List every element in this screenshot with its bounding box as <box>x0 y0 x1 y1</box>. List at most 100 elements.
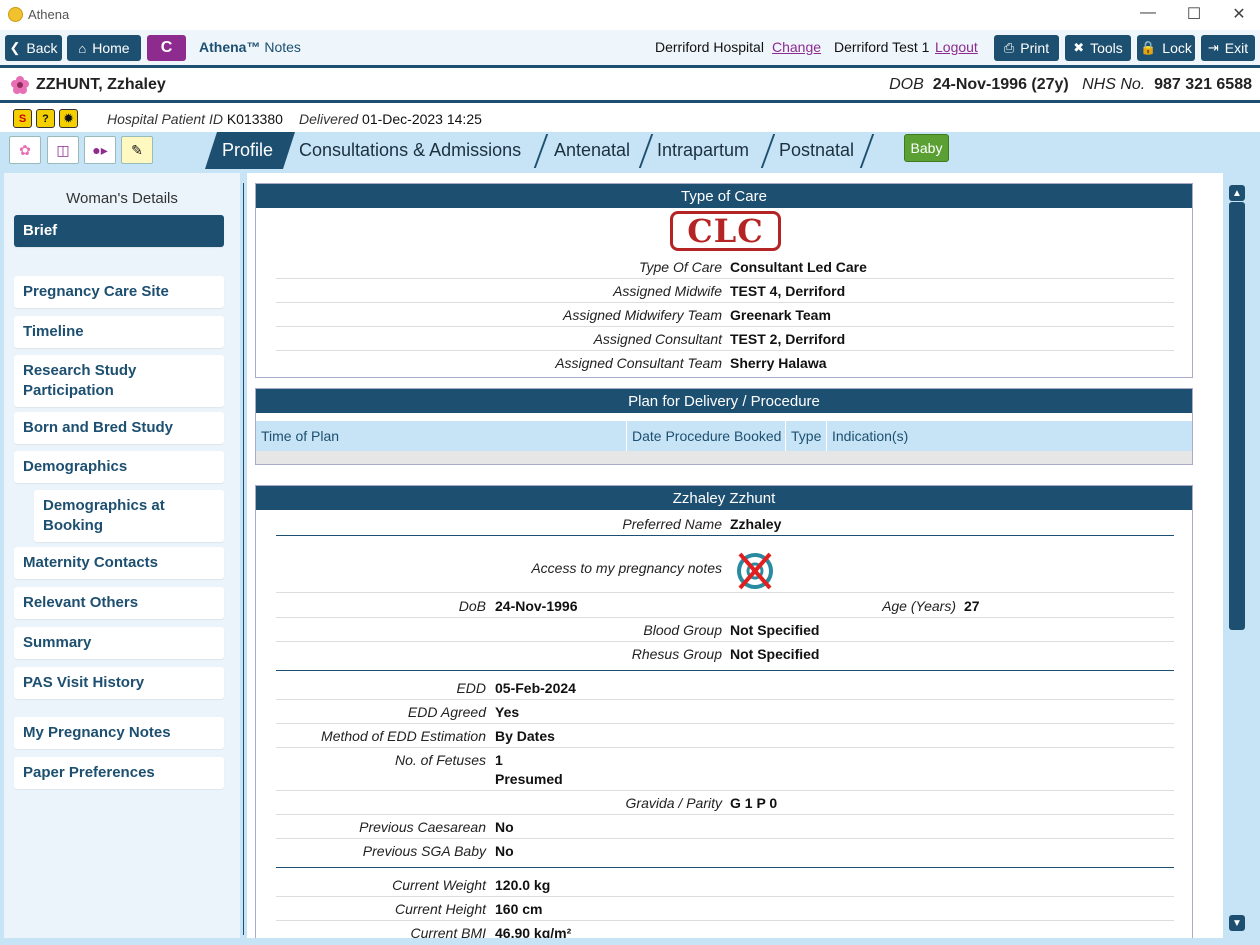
panel-header: Plan for Delivery / Procedure <box>256 389 1192 413</box>
baby-button[interactable]: Baby <box>904 134 949 162</box>
info-row: Rhesus Group Not Specified <box>276 642 1174 671</box>
sidebar-item-brief[interactable]: Brief <box>14 215 224 247</box>
flower-icon <box>11 76 29 94</box>
tools-button[interactable]: ✖ Tools <box>1065 35 1131 61</box>
patient-info-bar: S ? ✹ Hospital Patient ID K013380 Delive… <box>0 104 1260 132</box>
maximize-icon[interactable]: ☐ <box>1179 4 1209 24</box>
hospital-name: Derriford Hospital <box>655 39 764 55</box>
info-row: Previous SGA Baby No <box>276 839 1174 868</box>
tab-intrapartum[interactable]: Intrapartum <box>657 132 749 169</box>
print-button[interactable]: ⎙ Print <box>994 35 1059 61</box>
info-row: Type Of Care Consultant Led Care <box>276 255 1174 279</box>
info-row: Assigned Midwifery Team Greenark Team <box>276 303 1174 327</box>
sidebar-item-maternity-contacts[interactable]: Maternity Contacts <box>14 547 224 579</box>
main-toolbar: ❮ Back ⌂ Home C Athena™ Notes Derriford Ho… <box>0 30 1260 66</box>
sidebar-item-born-and-bred[interactable]: Born and Bred Study <box>14 412 224 444</box>
athena-app-icon <box>8 7 23 22</box>
delivered-date: Delivered 01-Dec-2023 14:25 <box>299 111 482 127</box>
info-row: Assigned Consultant TEST 2, Derriford <box>276 327 1174 351</box>
logout-link[interactable]: Logout <box>935 39 978 55</box>
back-button[interactable]: ❮ Back <box>5 35 62 61</box>
tab-separator <box>638 134 654 168</box>
exit-icon: ⇥ <box>1207 40 1219 55</box>
window-title: Athena <box>28 7 70 22</box>
sidebar-item-paper-preferences[interactable]: Paper Preferences <box>14 757 224 789</box>
tab-bar: ✿ ◫ ●▸ ✎ Profile Consultations & Admissi… <box>0 132 1260 169</box>
table-header: Time of Plan Date Procedure Booked Type … <box>256 421 1192 464</box>
column-header[interactable]: Indication(s) <box>832 428 908 444</box>
mother-baby-icon[interactable]: ●▸ <box>84 136 116 164</box>
info-row: Current BMI 46.90 kg/m² <box>410 925 572 938</box>
divider <box>0 100 1260 103</box>
type-of-care-panel: Type of Care CLC Type Of Care Consultant … <box>255 183 1193 378</box>
panel-header: Type of Care <box>256 184 1192 208</box>
scroll-up-icon[interactable]: ▲ <box>1229 185 1245 201</box>
info-row: DoB 24-Nov-1996 Age (Years) 27 <box>276 594 1174 618</box>
scrollbar-thumb[interactable] <box>1229 202 1245 630</box>
sidebar-item-summary[interactable]: Summary <box>14 627 224 659</box>
divider <box>243 183 244 935</box>
column-header[interactable]: Type <box>791 428 821 444</box>
minimize-icon[interactable]: — <box>1133 4 1163 22</box>
patient-banner: ZZHUNT, Zzhaley DOB 24-Nov-1996 (27y) NH… <box>0 69 1260 101</box>
virus-icon[interactable]: ✹ <box>59 109 78 128</box>
tab-postnatal[interactable]: Postnatal <box>779 132 854 169</box>
plan-for-delivery-panel: Plan for Delivery / Procedure Time of Pl… <box>255 388 1193 465</box>
column-header[interactable]: Time of Plan <box>261 428 339 444</box>
info-row: No. of Fetuses 1 Presumed <box>276 748 1174 791</box>
info-row: EDD Agreed Yes <box>276 700 1174 724</box>
flower-icon[interactable]: ✿ <box>9 136 41 164</box>
tab-antenatal[interactable]: Antenatal <box>554 132 630 169</box>
main-area: Woman's Details Brief Pregnancy Care Sit… <box>0 169 1260 945</box>
home-icon: ⌂ <box>78 40 87 56</box>
alert-s-icon[interactable]: S <box>13 109 32 128</box>
tab-consultations[interactable]: Consultations & Admissions <box>299 132 521 169</box>
patient-identifiers: DOB 24-Nov-1996 (27y) NHS No. 987 321 65… <box>889 76 1252 93</box>
clc-stamp: CLC <box>670 211 781 251</box>
sidebar-item-demographics[interactable]: Demographics <box>14 451 224 483</box>
no-access-icon[interactable] <box>734 546 776 594</box>
sidebar-item-pas-visit-history[interactable]: PAS Visit History <box>14 667 224 699</box>
home-button[interactable]: ⌂ Home <box>67 35 141 61</box>
exit-button[interactable]: ⇥ Exit <box>1201 35 1255 61</box>
tools-icon: ✖ <box>1073 40 1085 55</box>
close-icon[interactable]: ✕ <box>1224 4 1254 24</box>
info-row: Assigned Midwife TEST 4, Derriford <box>276 279 1174 303</box>
table-row <box>256 451 1192 464</box>
sidebar-title: Woman's Details <box>66 190 178 207</box>
sidebar-item-timeline[interactable]: Timeline <box>14 316 224 348</box>
chevron-left-icon: ❮ <box>9 40 21 55</box>
scroll-down-icon[interactable]: ▼ <box>1229 915 1245 931</box>
help-icon[interactable]: ? <box>36 109 55 128</box>
patient-name: ZZHUNT, Zzhaley <box>36 76 166 93</box>
window-titlebar: Athena — ☐ ✕ <box>0 0 1260 30</box>
sidebar-item-relevant-others[interactable]: Relevant Others <box>14 587 224 619</box>
info-row: Blood Group Not Specified <box>276 618 1174 642</box>
tab-profile[interactable]: Profile <box>205 132 295 169</box>
lock-button[interactable]: 🔒 Lock <box>1137 35 1195 61</box>
tab-separator <box>533 134 549 168</box>
sidebar-item-demographics-at-booking[interactable]: Demographics at Booking <box>34 490 224 542</box>
hospital-id: Hospital Patient ID K013380 <box>107 111 283 127</box>
content-area: Type of Care CLC Type Of Care Consultant … <box>247 173 1223 938</box>
divider <box>0 65 1260 68</box>
c-button[interactable]: C <box>147 35 186 61</box>
medication-icon[interactable]: ◫ <box>47 136 79 164</box>
info-row: EDD 05-Feb-2024 <box>276 676 1174 700</box>
column-header[interactable]: Date Procedure Booked <box>632 428 781 444</box>
sidebar: Woman's Details Brief Pregnancy Care Sit… <box>4 173 240 938</box>
info-row: Current Weight 120.0 kg <box>276 873 1174 897</box>
woman-details-panel: Zzhaley Zzhunt Preferred Name Zzhaley Acc… <box>255 485 1193 938</box>
sidebar-item-pregnancy-care-site[interactable]: Pregnancy Care Site <box>14 276 224 308</box>
info-row: Preferred Name Zzhaley <box>276 512 1174 536</box>
panel-header: Zzhaley Zzhunt <box>256 486 1192 510</box>
info-row: Gravida / Parity G 1 P 0 <box>276 791 1174 815</box>
sidebar-item-research-study[interactable]: Research Study Participation <box>14 355 224 407</box>
user-name: Derriford Test 1 <box>834 39 930 55</box>
sidebar-item-my-pregnancy-notes[interactable]: My Pregnancy Notes <box>14 717 224 749</box>
info-row: Access to my pregnancy notes <box>276 537 1174 593</box>
notepad-icon[interactable]: ✎ <box>121 136 153 164</box>
change-hospital-link[interactable]: Change <box>772 39 821 55</box>
info-row: Current Height 160 cm <box>276 897 1174 921</box>
tab-separator <box>859 134 875 168</box>
